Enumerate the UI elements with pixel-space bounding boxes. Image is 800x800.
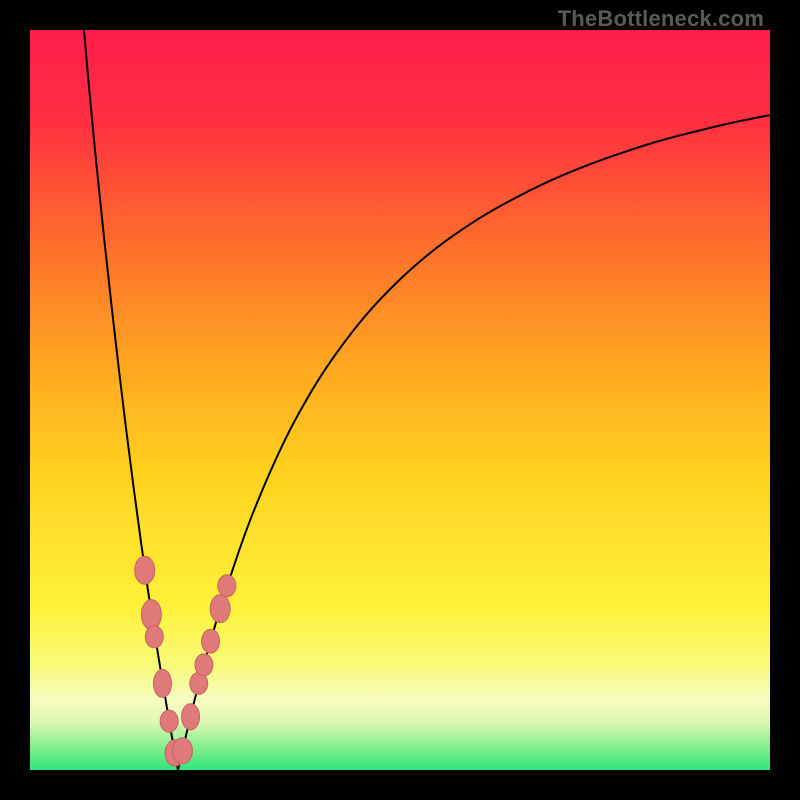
data-marker [160,710,178,732]
plot-area [30,30,770,770]
data-marker [145,626,163,648]
chart-frame: TheBottleneck.com [0,0,800,800]
data-marker [195,654,213,676]
data-marker [141,600,161,630]
data-marker [182,704,200,730]
data-marker [153,669,171,697]
chart-svg [30,30,770,770]
data-marker [218,575,236,597]
data-marker [210,595,230,623]
data-marker [172,738,192,764]
data-marker [202,629,220,653]
watermark-text: TheBottleneck.com [558,6,764,32]
data-marker [135,556,155,584]
